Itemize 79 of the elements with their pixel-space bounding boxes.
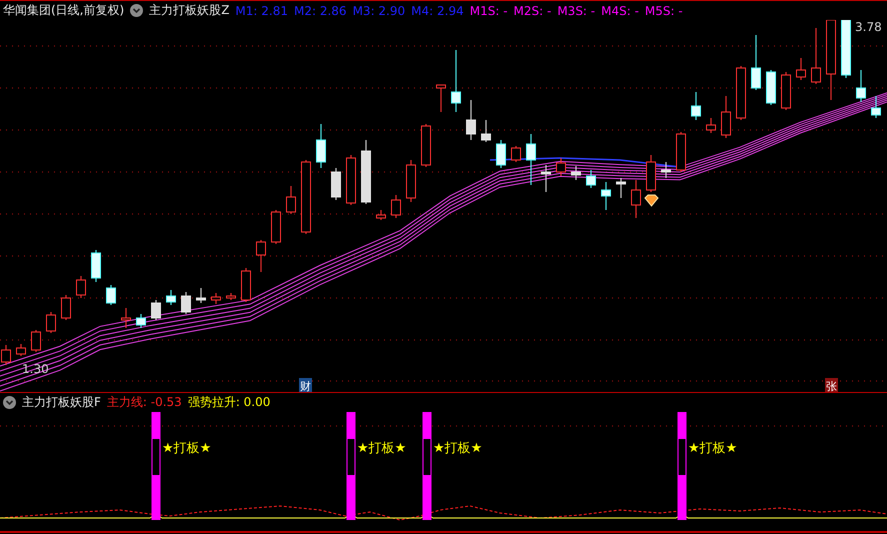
candlestick bbox=[631, 180, 641, 218]
event-marker[interactable]: 财 bbox=[299, 378, 312, 392]
candlestick bbox=[361, 140, 371, 204]
candlestick bbox=[16, 344, 26, 356]
dropdown-icon[interactable] bbox=[130, 4, 144, 17]
candlestick bbox=[646, 154, 656, 192]
candlestick bbox=[421, 124, 431, 168]
candlestick bbox=[721, 96, 731, 138]
indicator-readout: M1S: - bbox=[470, 4, 508, 18]
signal-label: ★打板★ bbox=[162, 441, 212, 456]
candlestick bbox=[406, 160, 416, 202]
candlestick bbox=[136, 314, 146, 328]
candlestick bbox=[676, 132, 686, 172]
candlestick bbox=[541, 164, 551, 192]
candlestick bbox=[841, 20, 851, 78]
candlestick bbox=[286, 186, 296, 214]
candlestick bbox=[526, 134, 536, 186]
candlestick bbox=[556, 158, 566, 176]
candlestick bbox=[166, 290, 176, 306]
indicator-name: 主力打板妖股Z bbox=[149, 2, 230, 19]
candlestick bbox=[586, 170, 596, 188]
candlestick bbox=[106, 284, 116, 306]
indicator-readout: M4: 2.94 bbox=[411, 4, 464, 18]
candlestick bbox=[46, 312, 56, 334]
candlestick bbox=[91, 250, 101, 282]
signal-label: ★打板★ bbox=[433, 441, 482, 456]
high-price-label: 3.78 bbox=[855, 20, 882, 34]
candlestick bbox=[376, 210, 386, 220]
candlestick bbox=[241, 268, 251, 302]
candlestick bbox=[706, 118, 716, 134]
dropdown-icon[interactable] bbox=[3, 396, 16, 408]
candlestick bbox=[391, 194, 401, 218]
candlestick bbox=[316, 124, 326, 168]
candlestick bbox=[736, 66, 746, 120]
candlestick bbox=[196, 288, 206, 304]
indicator-readout: M1: 2.81 bbox=[235, 4, 288, 18]
candlestick bbox=[481, 120, 491, 142]
candlestick bbox=[496, 140, 506, 168]
candlestick bbox=[781, 72, 791, 110]
candlestick bbox=[811, 28, 821, 84]
candlestick bbox=[346, 154, 356, 206]
chart-title: 华闻集团(日线,前复权) bbox=[3, 2, 124, 19]
candlestick bbox=[751, 34, 761, 90]
indicator-readout: M3: 2.90 bbox=[352, 4, 406, 18]
candlestick bbox=[796, 58, 806, 80]
candlestick bbox=[61, 294, 71, 320]
candlestick bbox=[211, 292, 221, 304]
candlestick bbox=[31, 330, 41, 352]
indicator-readout: M2S: - bbox=[514, 4, 552, 18]
candlestick bbox=[766, 70, 776, 106]
candlestick bbox=[256, 240, 266, 272]
candlestick bbox=[571, 166, 581, 180]
candlestick bbox=[451, 50, 461, 112]
candlestick bbox=[466, 100, 476, 140]
candlestick bbox=[76, 276, 86, 298]
indicator-readout: 强势拉升: 0.00 bbox=[188, 394, 270, 410]
candlestick bbox=[691, 92, 701, 120]
candlestick bbox=[436, 84, 446, 112]
signal-label: ★打板★ bbox=[688, 441, 738, 456]
candlestick bbox=[856, 70, 866, 102]
candlestick bbox=[661, 162, 671, 178]
indicator-readout: M4S: - bbox=[601, 4, 639, 18]
candlestick bbox=[271, 210, 281, 244]
candlestick bbox=[511, 146, 521, 162]
indicator-readout: M3S: - bbox=[557, 4, 596, 18]
event-marker[interactable]: 张 bbox=[825, 378, 838, 392]
indicator-readout: M5S: - bbox=[644, 4, 683, 18]
candlestick bbox=[121, 308, 131, 328]
candlestick bbox=[601, 182, 611, 210]
indicator-readout: 主力线: -0.53 bbox=[106, 394, 182, 410]
candlestick bbox=[616, 178, 626, 198]
candlestick bbox=[331, 168, 341, 200]
diamond-icon bbox=[644, 194, 659, 207]
candlestick bbox=[181, 292, 191, 314]
candlestick bbox=[871, 96, 881, 118]
candlestick bbox=[151, 300, 161, 320]
indicator-name: 主力打板妖股F bbox=[22, 394, 101, 410]
indicator-readout: M2: 2.86 bbox=[294, 4, 347, 18]
signal-label: ★打板★ bbox=[357, 441, 406, 456]
